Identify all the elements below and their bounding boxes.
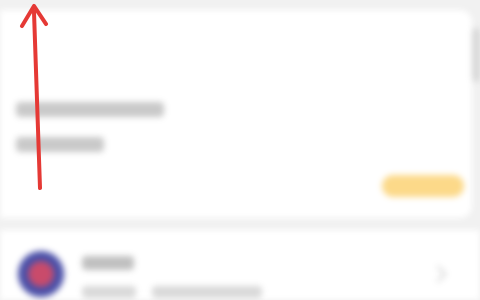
red-up-arrow-annotation (20, 4, 48, 190)
arrow-shaft (32, 10, 42, 190)
